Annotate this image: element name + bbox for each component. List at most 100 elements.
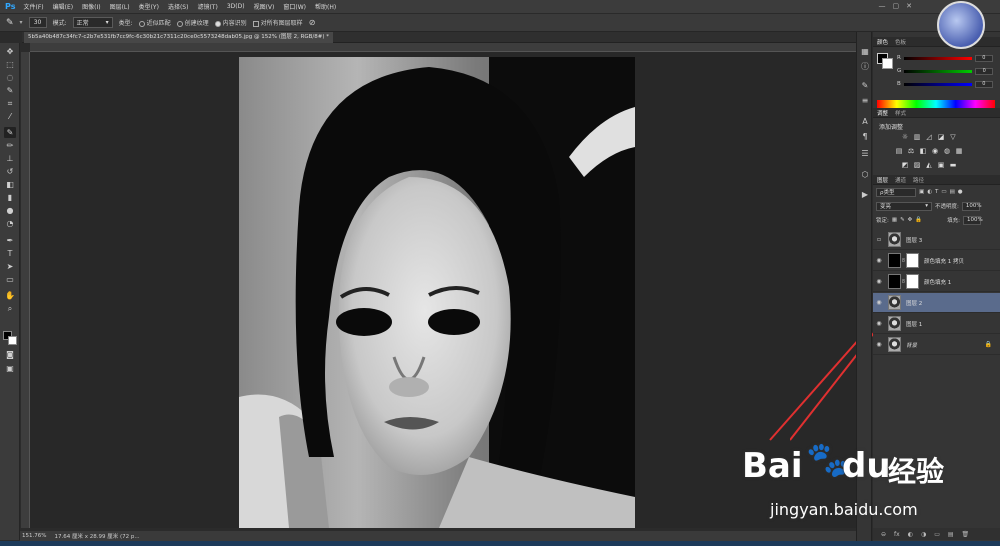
paragraph-panel-icon[interactable]: ¶ [860,132,870,142]
layer-row-fill[interactable]: ◉ 8 颜色填充 1 [873,272,1000,292]
tab-paths[interactable]: 路径 [913,176,924,184]
lock-paint-icon[interactable]: ✎ [900,217,905,223]
filter-type-icon[interactable]: T [935,189,938,195]
red-slider[interactable]: R 0 [897,54,993,62]
layer-row-1[interactable]: ◉ 图层 1 [873,314,1000,334]
layer-row-3[interactable]: ▫ 图层 3 [873,230,1000,250]
tab-channels[interactable]: 通道 [895,176,906,184]
brush-tool-icon[interactable]: ✏ [4,140,16,151]
history-panel-icon[interactable]: ▦ [860,47,870,57]
3d-panel-icon[interactable]: ⬡ [860,170,870,180]
menu-type[interactable]: 类型(Y) [139,2,159,11]
tab-styles[interactable]: 样式 [895,109,906,117]
eye-icon[interactable]: ◉ [873,299,885,306]
layer-name[interactable]: 颜色填充 1 [924,278,951,286]
eye-icon[interactable]: ◉ [873,320,885,327]
color-balance-icon[interactable]: ⚖ [907,147,915,155]
fill-input[interactable]: 100% [963,215,983,225]
black-white-icon[interactable]: ◧ [919,147,927,155]
document-tab[interactable]: 5b5a40b487c34fc7-c2b7e531fb7cc9fc-6c30b2… [24,32,334,43]
blue-value[interactable]: 0 [974,80,993,88]
layer-row-fill-copy[interactable]: ◉ 8 颜色填充 1 拷贝 [873,251,1000,271]
zoom-tool-icon[interactable]: ⌕ [4,303,16,314]
mask-thumbnail[interactable] [906,274,919,289]
type-option-content-aware[interactable]: 内容识别 [214,18,247,27]
layer-row-background[interactable]: ◉ 背景 🔒 [873,335,1000,355]
lock-all-icon[interactable]: 🔒 [915,217,922,223]
shape-tool-icon[interactable]: ▭ [4,274,16,285]
mask-thumbnail[interactable] [906,253,919,268]
crop-tool-icon[interactable]: ⌗ [4,98,16,109]
tab-layers[interactable]: 图层 [877,176,888,184]
menu-select[interactable]: 选择(S) [168,2,189,11]
eye-icon[interactable]: ◉ [873,257,885,264]
hand-tool-icon[interactable]: ✋ [4,290,16,301]
eye-icon[interactable]: ◉ [873,341,885,348]
lock-position-icon[interactable]: ✥ [908,217,913,223]
visibility-off-icon[interactable]: ▫ [873,236,885,243]
photo-filter-icon[interactable]: ◉ [931,147,939,155]
eyedropper-tool-icon[interactable]: ⁄ [4,111,16,122]
healing-brush-tool-icon[interactable]: ✎ [4,127,16,138]
filter-pixel-icon[interactable]: ▣ [919,189,924,195]
character-panel-icon[interactable]: A [860,117,870,127]
marquee-tool-icon[interactable]: ⬚ [4,59,16,70]
filter-smart-icon[interactable]: ▤ [950,189,955,195]
menu-edit[interactable]: 编辑(E) [53,2,73,11]
brightness-icon[interactable]: ☼ [901,133,909,141]
tab-swatches[interactable]: 色板 [895,38,906,46]
layer-name[interactable]: 图层 2 [906,299,922,307]
path-select-tool-icon[interactable]: ➤ [4,261,16,272]
lasso-tool-icon[interactable]: ◌ [4,72,16,83]
tab-color[interactable]: 颜色 [877,38,888,46]
pressure-icon[interactable]: ⊘ [309,18,316,27]
layer-kind-filter[interactable]: ρ类型 [876,187,916,197]
layer-row-2[interactable]: ◉ 图层 2 [873,293,1000,313]
green-track[interactable] [904,69,973,73]
exposure-icon[interactable]: ◪ [937,133,945,141]
gradient-tool-icon[interactable]: ▮ [4,192,16,203]
channel-mixer-icon[interactable]: ◍ [943,147,951,155]
quick-select-tool-icon[interactable]: ✎ [4,85,16,96]
pen-tool-icon[interactable]: ✒ [4,235,16,246]
type-option-texture[interactable]: 创建纹理 [176,18,209,27]
type-option-proximity[interactable]: 近似匹配 [138,18,171,27]
layer-name[interactable]: 背景 [906,341,917,349]
green-value[interactable]: 0 [975,67,994,75]
maximize-button[interactable]: ▢ [893,2,900,10]
levels-icon[interactable]: ▥ [913,133,921,141]
properties-panel-icon[interactable]: ☰ [860,149,870,159]
layer-name[interactable]: 图层 3 [906,236,922,244]
canvas-area[interactable] [30,52,856,528]
brush-size-picker[interactable]: 30 [28,17,47,28]
tab-adjustments[interactable]: 调整 [877,109,888,117]
posterize-icon[interactable]: ▨ [913,161,921,169]
screen-mode-icon[interactable]: ▣ [4,363,16,374]
selective-color-icon[interactable]: ▣ [937,161,945,169]
bg-color-swatch[interactable] [882,58,893,69]
menu-3d[interactable]: 3D(D) [227,3,245,10]
dodge-tool-icon[interactable]: ◔ [4,218,16,229]
close-button[interactable]: ✕ [906,2,912,10]
timeline-panel-icon[interactable]: ▶ [860,190,870,200]
vibrance-icon[interactable]: ▽ [949,133,957,141]
quick-mask-icon[interactable]: ◙ [4,349,16,360]
blue-track[interactable] [903,82,972,86]
menu-file[interactable]: 文件(F) [23,2,43,11]
spot-healing-brush-icon[interactable]: ✎ [6,18,14,28]
blend-mode-select[interactable]: 变亮 ▾ [876,201,932,211]
color-spectrum[interactable] [877,100,995,108]
hue-saturation-icon[interactable]: ▤ [895,147,903,155]
green-slider[interactable]: G 0 [897,67,994,75]
color-lookup-icon[interactable]: ▦ [955,147,963,155]
menu-window[interactable]: 窗口(W) [283,2,306,11]
eye-icon[interactable]: ◉ [873,278,885,285]
filter-adjust-icon[interactable]: ◐ [927,189,932,195]
brush-panel-icon[interactable]: ✎ [860,81,870,91]
red-value[interactable]: 0 [974,54,993,62]
red-track[interactable] [903,56,972,60]
layer-name[interactable]: 颜色填充 1 拷贝 [924,257,964,265]
blur-tool-icon[interactable]: ● [4,205,16,216]
history-brush-tool-icon[interactable]: ↺ [4,166,16,177]
opacity-input[interactable]: 100% [961,201,982,211]
